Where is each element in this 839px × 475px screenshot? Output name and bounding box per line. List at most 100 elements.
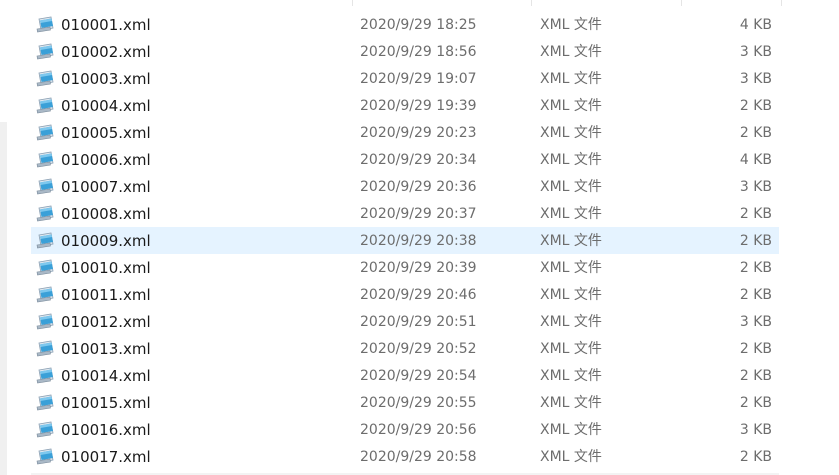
xml-file-icon	[36, 16, 56, 33]
file-name: 010005.xml	[61, 124, 151, 142]
xml-file-icon	[36, 340, 56, 357]
xml-file-icon	[36, 205, 56, 222]
file-size: 2 KB	[739, 449, 772, 465]
file-name: 010014.xml	[61, 367, 151, 385]
file-modified-date: 2020/9/29 20:23	[360, 125, 477, 141]
file-modified-date: 2020/9/29 20:37	[360, 206, 477, 222]
file-size: 3 KB	[739, 422, 772, 438]
file-modified-date: 2020/9/29 20:38	[360, 233, 477, 249]
file-row[interactable]: 010007.xml 2020/9/29 20:36 XML 文件 3 KB	[31, 173, 779, 200]
file-row[interactable]: 010005.xml 2020/9/29 20:23 XML 文件 2 KB	[31, 119, 779, 146]
file-size: 2 KB	[739, 206, 772, 222]
file-modified-date: 2020/9/29 20:46	[360, 287, 477, 303]
file-modified-date: 2020/9/29 20:52	[360, 341, 477, 357]
file-modified-date: 2020/9/29 20:56	[360, 422, 477, 438]
xml-file-icon	[36, 43, 56, 60]
column-divider-type-size[interactable]	[681, 0, 682, 6]
file-modified-date: 2020/9/29 20:54	[360, 368, 477, 384]
file-type: XML 文件	[540, 368, 602, 384]
file-name: 010015.xml	[61, 394, 151, 412]
xml-file-icon	[36, 70, 56, 87]
file-type: XML 文件	[540, 179, 602, 195]
file-name: 010002.xml	[61, 43, 151, 61]
file-size: 2 KB	[739, 260, 772, 276]
column-divider-size-end[interactable]	[781, 0, 782, 6]
xml-file-icon	[36, 178, 56, 195]
file-size: 2 KB	[739, 233, 772, 249]
file-modified-date: 2020/9/29 20:36	[360, 179, 477, 195]
file-type: XML 文件	[540, 125, 602, 141]
xml-file-icon	[36, 151, 56, 168]
xml-file-icon	[36, 367, 56, 384]
file-name: 010008.xml	[61, 205, 151, 223]
file-modified-date: 2020/9/29 19:07	[360, 71, 477, 87]
file-name: 010004.xml	[61, 97, 151, 115]
file-name: 010016.xml	[61, 421, 151, 439]
file-modified-date: 2020/9/29 18:25	[360, 17, 477, 33]
file-modified-date: 2020/9/29 18:56	[360, 44, 477, 60]
file-row[interactable]: 010009.xml 2020/9/29 20:38 XML 文件 2 KB	[31, 227, 779, 254]
file-row[interactable]: 010006.xml 2020/9/29 20:34 XML 文件 4 KB	[31, 146, 779, 173]
file-name: 010001.xml	[61, 16, 151, 34]
file-modified-date: 2020/9/29 20:51	[360, 314, 477, 330]
file-modified-date: 2020/9/29 20:34	[360, 152, 477, 168]
file-modified-date: 2020/9/29 19:39	[360, 98, 477, 114]
file-type: XML 文件	[540, 233, 602, 249]
file-row[interactable]: 010017.xml 2020/9/29 20:58 XML 文件 2 KB	[31, 443, 779, 470]
file-type: XML 文件	[540, 17, 602, 33]
file-row[interactable]: 010004.xml 2020/9/29 19:39 XML 文件 2 KB	[31, 92, 779, 119]
file-size: 3 KB	[739, 179, 772, 195]
file-row[interactable]: 010012.xml 2020/9/29 20:51 XML 文件 3 KB	[31, 308, 779, 335]
file-size: 2 KB	[739, 368, 772, 384]
file-row[interactable]: 010011.xml 2020/9/29 20:46 XML 文件 2 KB	[31, 281, 779, 308]
file-name: 010009.xml	[61, 232, 151, 250]
xml-file-icon	[36, 232, 56, 249]
navigation-pane-scrollbar-thumb[interactable]	[0, 0, 7, 122]
xml-file-icon	[36, 448, 56, 465]
file-type: XML 文件	[540, 44, 602, 60]
file-size: 3 KB	[739, 44, 772, 60]
xml-file-icon	[36, 421, 56, 438]
file-modified-date: 2020/9/29 20:39	[360, 260, 477, 276]
file-row[interactable]: 010015.xml 2020/9/29 20:55 XML 文件 2 KB	[31, 389, 779, 416]
file-type: XML 文件	[540, 206, 602, 222]
file-row[interactable]: 010010.xml 2020/9/29 20:39 XML 文件 2 KB	[31, 254, 779, 281]
file-name: 010017.xml	[61, 448, 151, 466]
file-size: 2 KB	[739, 341, 772, 357]
file-row[interactable]: 010003.xml 2020/9/29 19:07 XML 文件 3 KB	[31, 65, 779, 92]
xml-file-icon	[36, 286, 56, 303]
file-name: 010007.xml	[61, 178, 151, 196]
file-size: 2 KB	[739, 125, 772, 141]
file-size: 2 KB	[739, 395, 772, 411]
file-row[interactable]: 010008.xml 2020/9/29 20:37 XML 文件 2 KB	[31, 200, 779, 227]
file-size: 2 KB	[739, 98, 772, 114]
file-type: XML 文件	[540, 71, 602, 87]
file-size: 4 KB	[739, 17, 772, 33]
navigation-pane-scrollbar[interactable]	[0, 0, 7, 475]
file-type: XML 文件	[540, 341, 602, 357]
xml-file-icon	[36, 124, 56, 141]
file-size: 2 KB	[739, 287, 772, 303]
xml-file-icon	[36, 259, 56, 276]
file-type: XML 文件	[540, 260, 602, 276]
file-size: 4 KB	[739, 152, 772, 168]
xml-file-icon	[36, 394, 56, 411]
file-modified-date: 2020/9/29 20:55	[360, 395, 477, 411]
file-type: XML 文件	[540, 152, 602, 168]
file-row[interactable]: 010014.xml 2020/9/29 20:54 XML 文件 2 KB	[31, 362, 779, 389]
file-name: 010012.xml	[61, 313, 151, 331]
file-type: XML 文件	[540, 98, 602, 114]
file-row[interactable]: 010002.xml 2020/9/29 18:56 XML 文件 3 KB	[31, 38, 779, 65]
xml-file-icon	[36, 97, 56, 114]
file-name: 010013.xml	[61, 340, 151, 358]
file-type: XML 文件	[540, 422, 602, 438]
file-name: 010011.xml	[61, 286, 151, 304]
file-type: XML 文件	[540, 395, 602, 411]
file-row[interactable]: 010016.xml 2020/9/29 20:56 XML 文件 3 KB	[31, 416, 779, 443]
column-divider-name-date[interactable]	[352, 0, 353, 6]
file-name: 010010.xml	[61, 259, 151, 277]
file-size: 3 KB	[739, 314, 772, 330]
column-divider-date-type[interactable]	[531, 0, 532, 6]
file-row[interactable]: 010001.xml 2020/9/29 18:25 XML 文件 4 KB	[31, 11, 779, 38]
file-row[interactable]: 010013.xml 2020/9/29 20:52 XML 文件 2 KB	[31, 335, 779, 362]
